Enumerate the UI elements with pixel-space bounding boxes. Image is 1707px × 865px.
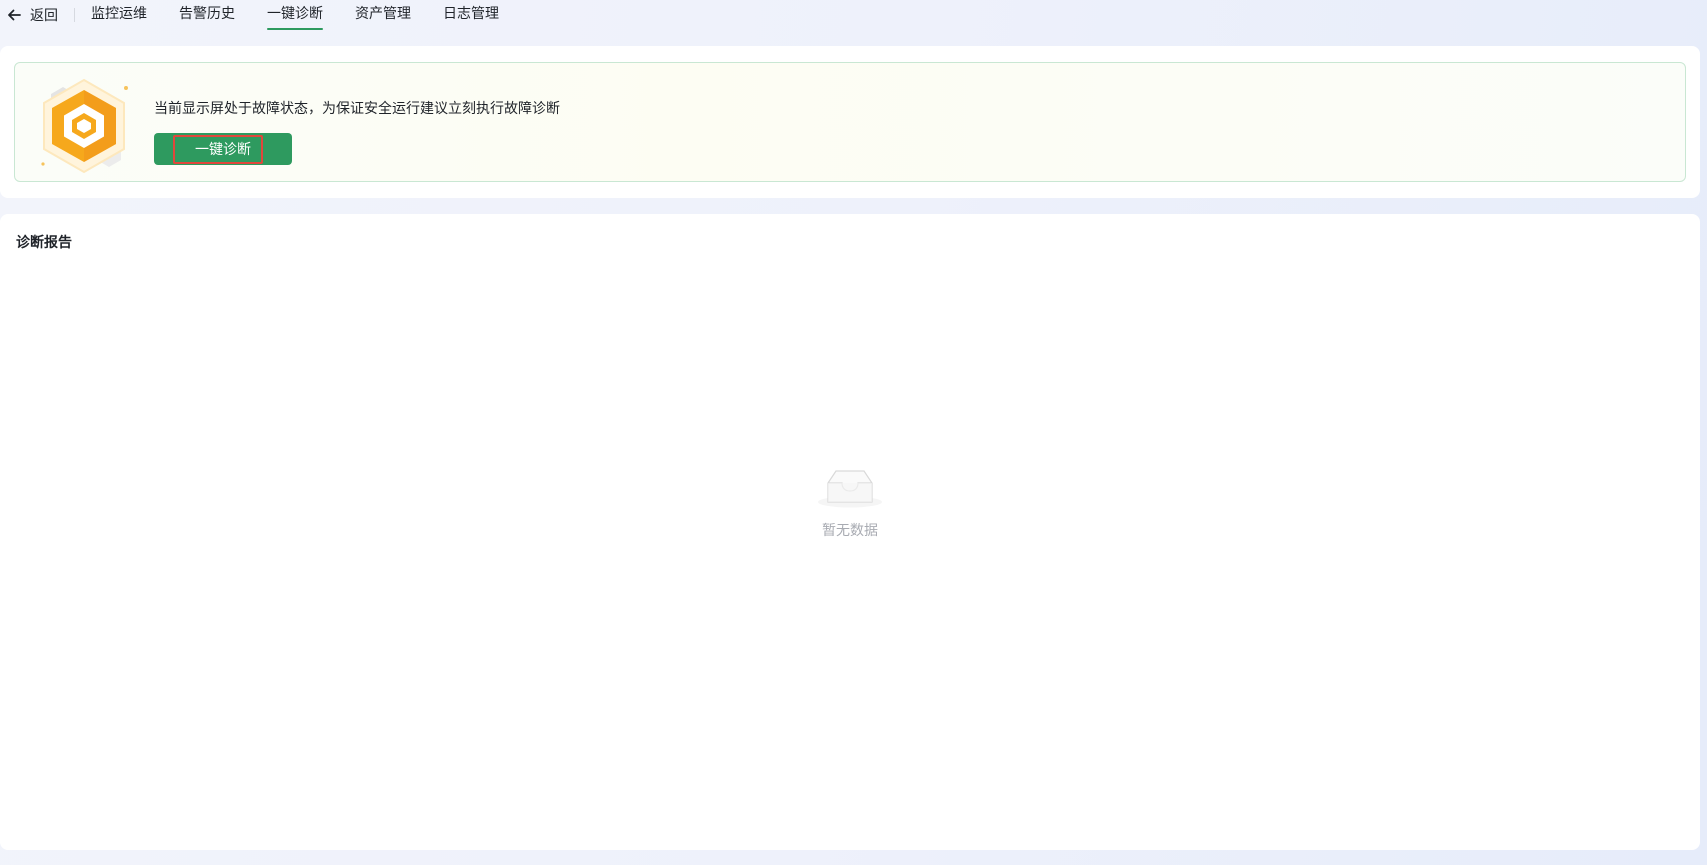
warning-hexagon-icon <box>41 78 128 174</box>
tab-asset-management[interactable]: 资产管理 <box>355 3 411 29</box>
fault-alert-banner: 当前显示屏处于故障状态，为保证安全运行建议立刻执行故障诊断 一键诊断 <box>14 62 1686 182</box>
diagnosis-panel: 当前显示屏处于故障状态，为保证安全运行建议立刻执行故障诊断 一键诊断 <box>0 46 1700 198</box>
tab-monitoring[interactable]: 监控运维 <box>91 3 147 29</box>
back-label: 返回 <box>30 8 58 24</box>
tab-log-management[interactable]: 日志管理 <box>443 3 499 29</box>
top-navigation: 返回 监控运维 告警历史 一键诊断 资产管理 日志管理 <box>0 0 1707 32</box>
empty-state-text: 暂无数据 <box>822 523 878 539</box>
tab-one-click-diagnosis[interactable]: 一键诊断 <box>267 3 323 30</box>
diagnosis-report-panel: 诊断报告 暂无数据 <box>0 214 1700 850</box>
report-title: 诊断报告 <box>16 235 72 251</box>
back-button[interactable]: 返回 <box>6 3 58 27</box>
tab-alarm-history[interactable]: 告警历史 <box>179 3 235 29</box>
empty-inbox-icon <box>818 470 882 508</box>
one-click-diagnosis-button[interactable]: 一键诊断 <box>154 133 292 165</box>
empty-state: 暂无数据 <box>818 466 882 540</box>
fault-alert-message: 当前显示屏处于故障状态，为保证安全运行建议立刻执行故障诊断 <box>154 101 560 117</box>
nav-divider <box>74 8 75 22</box>
arrow-left-icon <box>8 9 21 21</box>
diagnosis-button-label: 一键诊断 <box>195 142 251 158</box>
